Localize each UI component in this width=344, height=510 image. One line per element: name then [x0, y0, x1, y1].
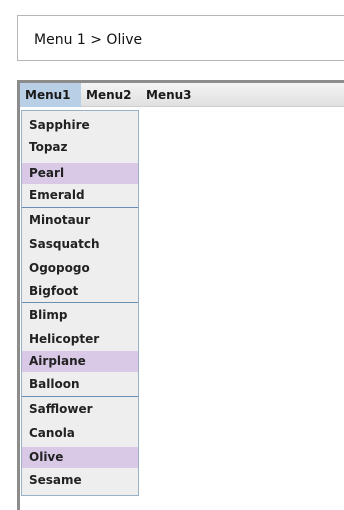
- menu-item-safflower[interactable]: Safflower: [22, 399, 138, 420]
- menubar-menu2[interactable]: Menu2: [81, 83, 141, 107]
- menu-item-balloon[interactable]: Balloon: [22, 374, 138, 395]
- menu-item-bigfoot[interactable]: Bigfoot: [22, 281, 138, 302]
- menu-item-blimp[interactable]: Blimp: [22, 305, 138, 326]
- menu-item-sasquatch[interactable]: Sasquatch: [22, 234, 138, 255]
- menubar-menu3[interactable]: Menu3: [141, 83, 201, 107]
- menubar-menu1[interactable]: Menu1: [20, 83, 81, 107]
- menu-item-ogopogo[interactable]: Ogopogo: [22, 258, 138, 279]
- menu-item-helicopter[interactable]: Helicopter: [22, 329, 138, 350]
- menu-item-olive[interactable]: Olive: [22, 447, 138, 468]
- menu-item-sapphire[interactable]: Sapphire: [22, 115, 138, 136]
- menu-separator: [22, 302, 138, 303]
- menu-item-sesame[interactable]: Sesame: [22, 470, 138, 491]
- menu-separator: [22, 396, 138, 397]
- menu-item-airplane[interactable]: Airplane: [22, 351, 138, 372]
- menu-item-topaz[interactable]: Topaz: [22, 137, 138, 158]
- menu-separator: [22, 207, 138, 208]
- menu-item-emerald[interactable]: Emerald: [22, 185, 138, 206]
- menu-item-minotaur[interactable]: Minotaur: [22, 210, 138, 231]
- menu-item-pearl[interactable]: Pearl: [22, 163, 138, 184]
- menu-bar: Menu1 Menu2 Menu3: [20, 83, 344, 107]
- status-display: Menu 1 > Olive: [17, 15, 344, 61]
- status-text: Menu 1 > Olive: [34, 32, 143, 48]
- menu1-popup: Sapphire Topaz Pearl Emerald Minotaur Sa…: [21, 110, 139, 496]
- menu-item-canola[interactable]: Canola: [22, 423, 138, 444]
